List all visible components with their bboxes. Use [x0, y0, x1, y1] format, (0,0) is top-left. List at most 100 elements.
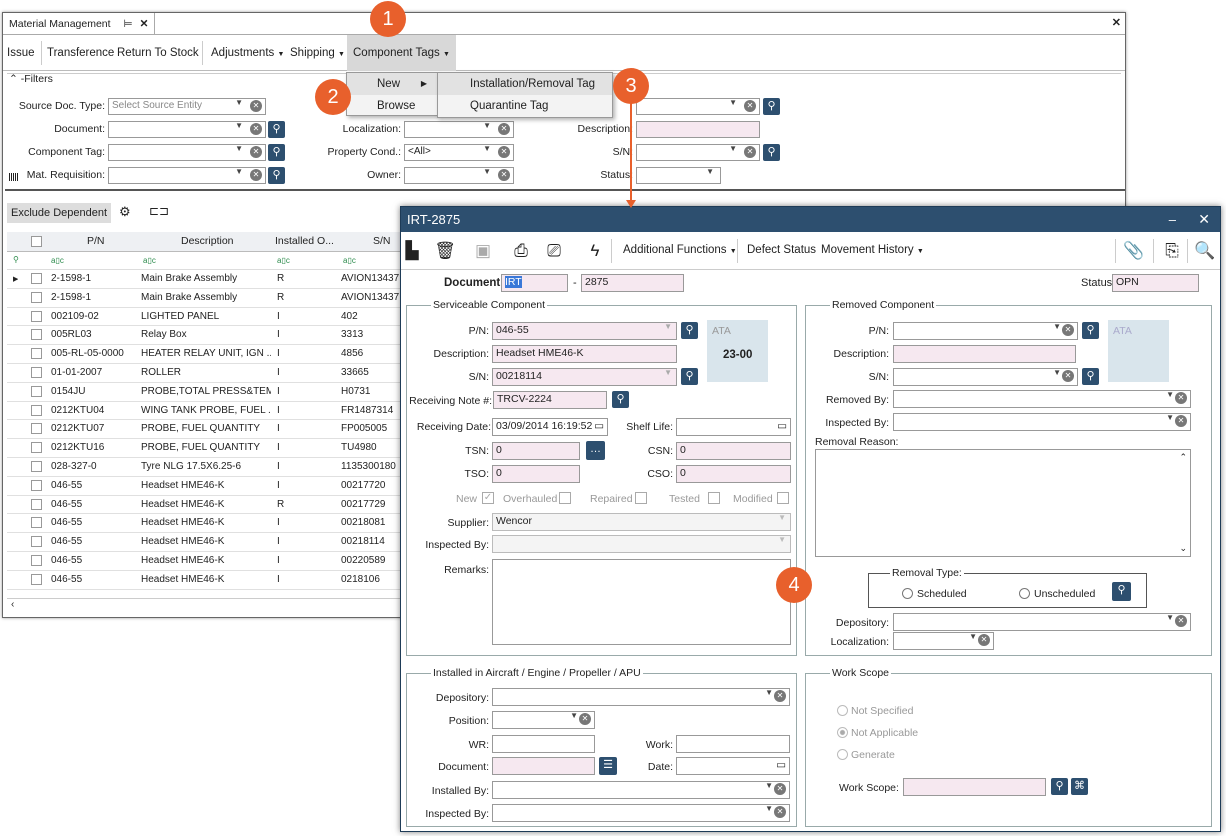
table-row[interactable]: 046-55 Headset HME46-K I 00217720 — [7, 477, 403, 496]
document-number-input[interactable]: 2875 — [581, 274, 684, 292]
menu-shipping[interactable]: Shipping ▼ — [290, 35, 345, 71]
pin-icon[interactable]: ⊨ — [123, 18, 132, 30]
calendar-icon[interactable]: ▭ — [777, 420, 787, 432]
search-icon[interactable]: ⚲ — [681, 368, 698, 385]
table-row[interactable]: ▶ 2-1598-1 Main Brake Assembly R AVION13437 — [7, 270, 403, 289]
lightning-icon[interactable]: ϟ — [584, 241, 606, 261]
search-icon[interactable]: ⚲ — [1082, 368, 1099, 385]
table-row[interactable]: 2-1598-1 Main Brake Assembly R AVION13437 — [7, 289, 403, 308]
document-search-icon[interactable]: 🔍 — [1194, 241, 1216, 261]
table-row[interactable]: 005RL03 Relay Box I 3313 — [7, 326, 403, 346]
description-input[interactable]: Headset HME46-K — [492, 345, 677, 363]
sn-select[interactable]: 00218114 ▼ — [492, 368, 677, 386]
cso-input[interactable]: 0 — [676, 465, 791, 483]
row-checkbox[interactable] — [31, 329, 42, 341]
binoculars-icon[interactable]: ⌘ — [1071, 778, 1088, 795]
horizontal-scrollbar[interactable]: ‹ — [7, 598, 403, 612]
menu-issue[interactable]: Issue — [7, 35, 35, 71]
document-prefix-input[interactable]: IRT — [501, 274, 568, 292]
installed-document-input[interactable] — [492, 757, 595, 775]
clear-icon[interactable]: ✕ — [744, 146, 756, 158]
table-row[interactable]: 046-55 Headset HME46-K I 00218081 — [7, 514, 403, 534]
table-row[interactable]: 0154JU PROBE,TOTAL PRESS&TEMP I H0731 — [7, 383, 403, 402]
exclude-dependent-button[interactable]: Exclude Dependent — [7, 203, 112, 223]
more-button[interactable]: … — [586, 441, 605, 460]
row-checkbox[interactable] — [31, 498, 42, 510]
source-doc-type-select[interactable]: Select Source Entity ▼ ✕ — [108, 98, 266, 115]
search-icon[interactable]: ⚲ — [1082, 322, 1099, 339]
table-row[interactable]: 0212KTU16 PROBE, FUEL QUANTITY I TU4980 — [7, 439, 403, 458]
localization-select[interactable]: ▼ ✕ — [893, 632, 994, 650]
column-description[interactable]: Description — [181, 235, 234, 247]
removed-description-input[interactable] — [893, 345, 1076, 363]
pn-filter[interactable]: a▯c — [51, 256, 64, 265]
search-icon[interactable]: ⚲ — [268, 167, 285, 184]
clear-icon[interactable]: ✕ — [250, 169, 262, 181]
table-row[interactable]: 046-55 Headset HME46-K R 00217729 — [7, 496, 403, 515]
description-input[interactable] — [636, 121, 760, 138]
receiving-note-input[interactable]: TRCV-2224 — [493, 391, 607, 409]
table-row[interactable]: 046-55 Headset HME46-K I 0218106 — [7, 571, 403, 590]
print-icon[interactable]: ⎙ — [510, 241, 532, 261]
row-checkbox[interactable] — [31, 273, 42, 284]
row-checkbox[interactable] — [31, 573, 42, 585]
remarks-textarea[interactable] — [492, 559, 791, 645]
clear-icon[interactable]: ✕ — [250, 123, 262, 135]
document-select[interactable]: ▼ ✕ — [108, 121, 266, 138]
close-icon[interactable]: ✕ — [140, 18, 149, 30]
scheduled-radio[interactable] — [902, 588, 913, 599]
row-checkbox[interactable] — [31, 517, 42, 529]
search-icon[interactable]: ⚲ — [763, 98, 780, 115]
clear-icon[interactable]: ✕ — [744, 100, 756, 112]
new-document-icon[interactable]: ▙ — [401, 241, 423, 261]
clear-icon[interactable]: ✕ — [1175, 615, 1187, 627]
row-checkbox[interactable] — [31, 310, 42, 322]
link-icon[interactable]: ⊏⊐ — [149, 204, 169, 218]
removed-inspected-by-select[interactable]: ▼ ✕ — [893, 413, 1191, 431]
table-row[interactable]: 005-RL-05-0000 HEATER RELAY UNIT, IGN ...… — [7, 345, 403, 364]
depository-select[interactable]: ▼ ✕ — [893, 613, 1191, 631]
clear-icon[interactable]: ✕ — [250, 100, 262, 112]
row-checkbox[interactable] — [31, 291, 42, 303]
minimize-icon[interactable]: – — [1169, 207, 1176, 232]
scroll-up-icon[interactable]: ⌃ — [1179, 452, 1187, 463]
row-checkbox[interactable] — [31, 460, 42, 472]
table-row[interactable]: 046-55 Headset HME46-K I 00220589 — [7, 552, 403, 571]
owner-select[interactable]: ▼ ✕ — [404, 167, 514, 184]
search-icon[interactable]: ⚲ — [1051, 778, 1068, 795]
receiving-date-input[interactable]: 03/09/2014 16:19:52 ▭ — [492, 418, 608, 436]
clear-icon[interactable]: ✕ — [978, 634, 990, 646]
clear-icon[interactable]: ✕ — [774, 783, 786, 795]
close-icon[interactable]: ✕ — [1198, 207, 1210, 232]
workflow-icon[interactable]: ⎘ — [1161, 241, 1183, 261]
overhauled-checkbox[interactable] — [559, 492, 571, 504]
search-icon[interactable]: ⚲ — [763, 144, 780, 161]
search-icon[interactable]: ⚲ — [612, 391, 629, 408]
localization-select[interactable]: ▼ ✕ — [404, 121, 514, 138]
delete-icon[interactable]: 🗑 — [434, 241, 456, 261]
clear-icon[interactable]: ✕ — [1175, 392, 1187, 404]
menu-item-browse[interactable]: Browse — [347, 95, 437, 117]
menu-component-tags[interactable]: Component Tags ▼ — [347, 35, 456, 71]
table-row[interactable]: 046-55 Headset HME46-K I 00218114 — [7, 533, 403, 552]
component-tag-select[interactable]: ▼ ✕ — [108, 144, 266, 161]
menu-adjustments[interactable]: Adjustments ▼ — [211, 35, 284, 71]
not-applicable-radio[interactable] — [837, 727, 848, 738]
shelf-life-input[interactable]: ▭ — [676, 418, 791, 436]
clear-icon[interactable]: ✕ — [1062, 370, 1074, 382]
new-checkbox[interactable]: ✓ — [482, 492, 494, 504]
removed-pn-select[interactable]: ▼ ✕ — [893, 322, 1078, 340]
menu-transference[interactable]: Transference — [47, 35, 114, 71]
not-specified-radio[interactable] — [837, 705, 848, 716]
mat-requisition-select[interactable]: ▼ ✕ — [108, 167, 266, 184]
row-checkbox[interactable] — [31, 479, 42, 491]
search-icon[interactable]: ⚲ — [1112, 582, 1131, 601]
defect-status-button[interactable]: Defect Status — [747, 244, 816, 256]
sn-filter[interactable]: a▯c — [343, 256, 356, 265]
calendar-icon[interactable]: ▭ — [594, 420, 604, 432]
wr-input[interactable] — [492, 735, 595, 753]
clear-icon[interactable]: ✕ — [579, 713, 591, 725]
menu-item-installation-removal-tag[interactable]: Installation/Removal Tag — [438, 73, 612, 95]
print-preview-icon[interactable]: ⎚ — [543, 241, 565, 261]
attachment-icon[interactable]: 📎 — [1123, 241, 1145, 261]
